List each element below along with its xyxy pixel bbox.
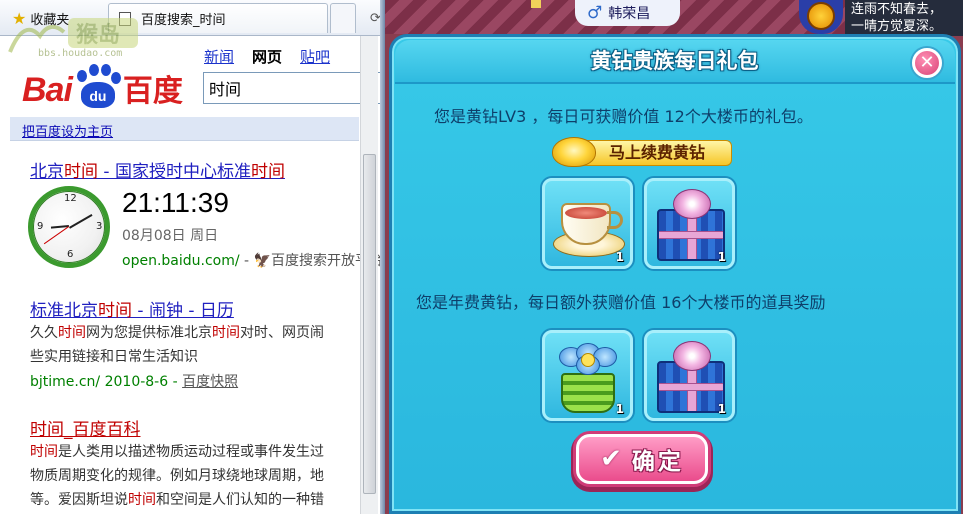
result-snippet-3b: 物质周期变化的规律。例如月球绕地球周期，地 [30, 468, 324, 484]
star-icon: ★ [12, 8, 27, 28]
male-icon: ♂ [587, 3, 603, 23]
result-snippet-3c: 等。爱因斯坦说时间和空间是人们认知的一种错 [30, 489, 324, 509]
r1-title-part: - 国家授时中心标准 [98, 162, 251, 182]
renew-label: 马上续费黄钻 [572, 140, 732, 166]
snip: 和空间是人们认知的一种错 [156, 492, 324, 508]
notice-box: 连雨不知春去， 一晴方觉夏深。 [845, 0, 963, 36]
snip: 等。爱因斯坦说 [30, 492, 128, 508]
result-snippet-2: 久久时间网为您提供标准北京时间对时、网页闹 [30, 322, 324, 342]
r1-title-hl: 时间 [250, 162, 285, 182]
clock-icon: 12 3 6 9 [28, 186, 110, 268]
result-snippet-3: 时间是人类用以描述物质运动过程或事件发生过 [30, 441, 324, 461]
dialog-title: 黄钻贵族每日礼包 [590, 49, 759, 73]
coin-icon [807, 2, 835, 30]
close-button[interactable]: ✕ [912, 48, 942, 78]
r2-title-part: - 闹钟 - 日历 [132, 301, 234, 321]
item-count: 1 [717, 402, 726, 416]
confirm-button[interactable]: ✔ 确定 [576, 434, 708, 484]
logo-text-left: Bai [22, 71, 73, 109]
browser-window: ★ 收藏夹 百度搜索_时间 ⟳ 猴岛 bbs.houdao.com Bai du… [0, 0, 385, 514]
annual-item-slot-1[interactable]: 1 [542, 330, 633, 421]
snip: 网为您提供标准北京 [86, 325, 212, 341]
result-snippet-2b: 些实用链接和日常生活知识 [30, 349, 198, 365]
player-name: 韩荣昌 [608, 6, 651, 22]
renew-yellow-diamond-button[interactable]: 马上续费黄钻 [552, 137, 734, 169]
vertical-scrollbar[interactable] [360, 36, 378, 514]
paw-icon: du [73, 64, 121, 110]
annual-vip-text: 您是年费黄钻，每日额外获赠价值 16个大楼币的道具奖励 [416, 293, 826, 312]
result-title-1[interactable]: 北京时间 - 国家授时中心标准时间 [30, 157, 285, 182]
page-icon [119, 11, 131, 26]
item-count: 1 [615, 402, 624, 416]
baidu-logo[interactable]: Bai du 百度 [22, 60, 183, 110]
watermark-text: bbs.houdao.com [38, 48, 123, 59]
r1-title-part: 北京 [30, 162, 64, 182]
snip-hl: 时间 [30, 444, 58, 460]
gold-flag-icon [531, 0, 541, 8]
player-name-tag[interactable]: ♂ 韩荣昌 [575, 0, 680, 26]
snip-hl: 时间 [58, 325, 86, 341]
snapshot-link[interactable]: 百度快照 [182, 374, 238, 390]
clock-minute-hand [69, 214, 93, 229]
search-nav: 新闻 网页 贴吧 [204, 46, 330, 67]
r1-url-suffix: - [239, 253, 254, 269]
r1-url-text[interactable]: open.baidu.com/ [122, 253, 240, 269]
scrollbar-thumb[interactable] [363, 154, 376, 494]
yellow-diamond-icon [552, 137, 596, 167]
r1-title-hl: 时间 [64, 162, 98, 182]
tab-baidu-search[interactable]: 百度搜索_时间 [108, 3, 328, 33]
tab-label: 百度搜索_时间 [141, 13, 226, 28]
checkmark-icon: ✔ [600, 444, 622, 474]
item-count: 1 [615, 250, 624, 264]
daily-item-slot-1[interactable]: 1 [542, 178, 633, 269]
favorites-label: 收藏夹 [30, 12, 70, 28]
result-url-2: bjtime.cn/ 2010-8-6 - 百度快照 [30, 371, 238, 391]
vip-gift-dialog: 黄钻贵族每日礼包 ✕ 您是黄钻LV3 ，每日可获赠价值 12个大楼币的礼包。 马… [389, 34, 961, 514]
result-url-1: open.baidu.com/ - 🦅百度搜索开放平台 [122, 250, 383, 270]
result-title-3[interactable]: 时间_百度百科 [30, 415, 141, 440]
r2-url-text[interactable]: bjtime.cn/ 2010-8-6 - [30, 374, 182, 390]
search-input[interactable]: 时间 [203, 72, 385, 104]
r2-title-part: 标准北京 [30, 301, 98, 321]
browser-tab-bar: ★ 收藏夹 百度搜索_时间 ⟳ [0, 0, 385, 36]
new-tab-button[interactable] [330, 3, 356, 33]
favorites-tab[interactable]: ★ 收藏夹 [2, 3, 102, 33]
snip: 对时、网页闹 [240, 325, 324, 341]
nav-news[interactable]: 新闻 [204, 46, 234, 67]
snip-hl: 时间 [128, 492, 156, 508]
eagle-icon: 🦅 [253, 253, 271, 269]
r2-title-hl: 时间 [98, 301, 132, 321]
notice-line-2: 一晴方觉夏深。 [851, 19, 943, 34]
snip: 久久 [30, 325, 58, 341]
logo-paw-text: du [80, 82, 115, 108]
set-home-link[interactable]: 把百度设为主页 [22, 125, 113, 140]
result-title-2[interactable]: 标准北京时间 - 闹钟 - 日历 [30, 296, 234, 321]
logo-text-right: 百度 [122, 74, 183, 109]
nav-tieba[interactable]: 贴吧 [300, 46, 330, 67]
annual-item-slot-2[interactable]: 1 [644, 330, 735, 421]
clock-time: 21:11:39 [122, 187, 229, 218]
game-scene: ♂ 韩荣昌 连雨不知春去， 一晴方觉夏深。 黄钻贵族每日礼包 ✕ 您是黄钻LV3… [385, 0, 963, 514]
nav-web[interactable]: 网页 [252, 46, 282, 67]
clock-second-hand [43, 226, 69, 245]
set-home-bar: 把百度设为主页 [10, 117, 359, 141]
notice-line-1: 连雨不知春去， [851, 2, 943, 17]
item-count: 1 [717, 250, 726, 264]
snip-hl: 时间 [212, 325, 240, 341]
daily-item-slot-2[interactable]: 1 [644, 178, 735, 269]
clock-date: 08月08日 周日 [122, 228, 219, 244]
confirm-label: 确定 [631, 449, 684, 475]
snip: 是人类用以描述物质运动过程或事件发生过 [58, 444, 324, 460]
vip-level-text: 您是黄钻LV3 ，每日可获赠价值 12个大楼币的礼包。 [434, 107, 813, 126]
